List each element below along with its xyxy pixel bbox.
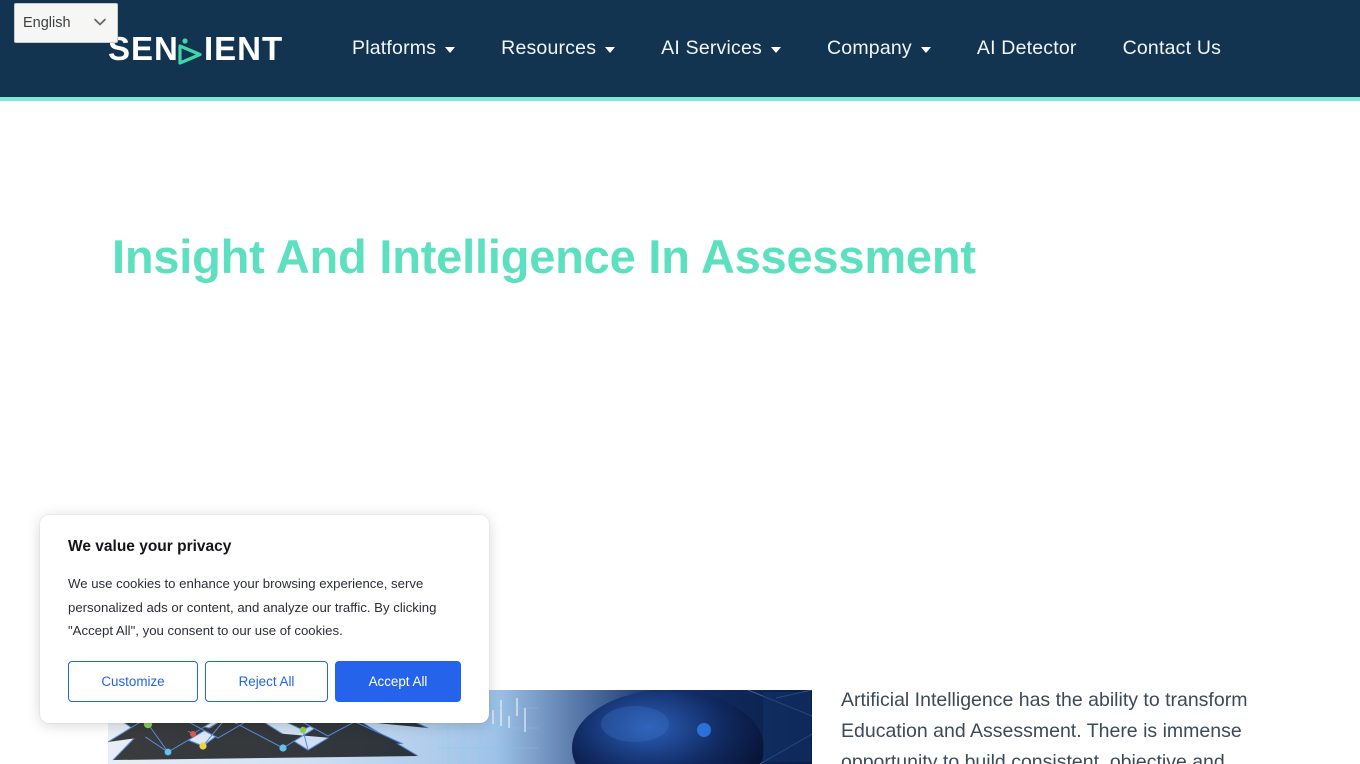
hero-title: Insight And Intelligence In Assessment — [112, 230, 976, 283]
header-accent-line — [0, 97, 1360, 101]
nav-item-ai-services[interactable]: AI Services — [638, 37, 804, 60]
language-selector[interactable]: English — [14, 3, 118, 43]
cookie-dialog-title: We value your privacy — [68, 538, 232, 555]
svg-text:IENT: IENT — [204, 30, 283, 67]
language-select-input[interactable]: English — [14, 3, 118, 43]
chevron-down-icon — [605, 47, 616, 53]
nav-item-ai-detector[interactable]: AI Detector — [954, 37, 1100, 60]
nav-item-company-label: Company — [827, 37, 912, 59]
chevron-down-icon — [920, 47, 931, 53]
accept-all-button[interactable]: Accept All — [335, 661, 461, 702]
cookie-dialog-actions: Customize Reject All Accept All — [68, 661, 461, 702]
reject-all-button[interactable]: Reject All — [205, 661, 328, 702]
site-logo[interactable]: SEN IENT — [108, 30, 301, 70]
chevron-down-icon — [445, 47, 456, 53]
nav-item-contact-us[interactable]: Contact Us — [1100, 37, 1244, 60]
nav-item-ai-detector-label: AI Detector — [976, 37, 1077, 59]
nav-item-resources-label: Resources — [501, 37, 597, 59]
nav-item-platforms[interactable]: Platforms — [352, 37, 478, 60]
nav-item-platforms-label: Platforms — [352, 37, 437, 59]
cookie-dialog-body: We use cookies to enhance your browsing … — [68, 576, 437, 639]
hero-section: Insight And Intelligence In Assessment — [0, 101, 1360, 571]
nav-item-company[interactable]: Company — [804, 37, 954, 60]
svg-text:SEN: SEN — [108, 30, 179, 67]
sentient-logo-icon: SEN IENT — [108, 30, 283, 67]
site-header: SEN IENT Platforms Resources AI Services… — [0, 0, 1360, 97]
customize-button[interactable]: Customize — [68, 661, 198, 702]
chevron-down-icon — [771, 47, 781, 53]
nav-item-resources[interactable]: Resources — [478, 37, 638, 60]
nav-item-ai-services-label: AI Services — [661, 37, 762, 59]
section-paragraph: Artificial Intelligence has the ability … — [841, 689, 1248, 764]
cookie-consent-dialog: We value your privacy We use cookies to … — [40, 515, 489, 723]
nav-item-contact-us-label: Contact Us — [1122, 37, 1222, 59]
main-navigation: Platforms Resources AI Services Company … — [352, 0, 1244, 97]
